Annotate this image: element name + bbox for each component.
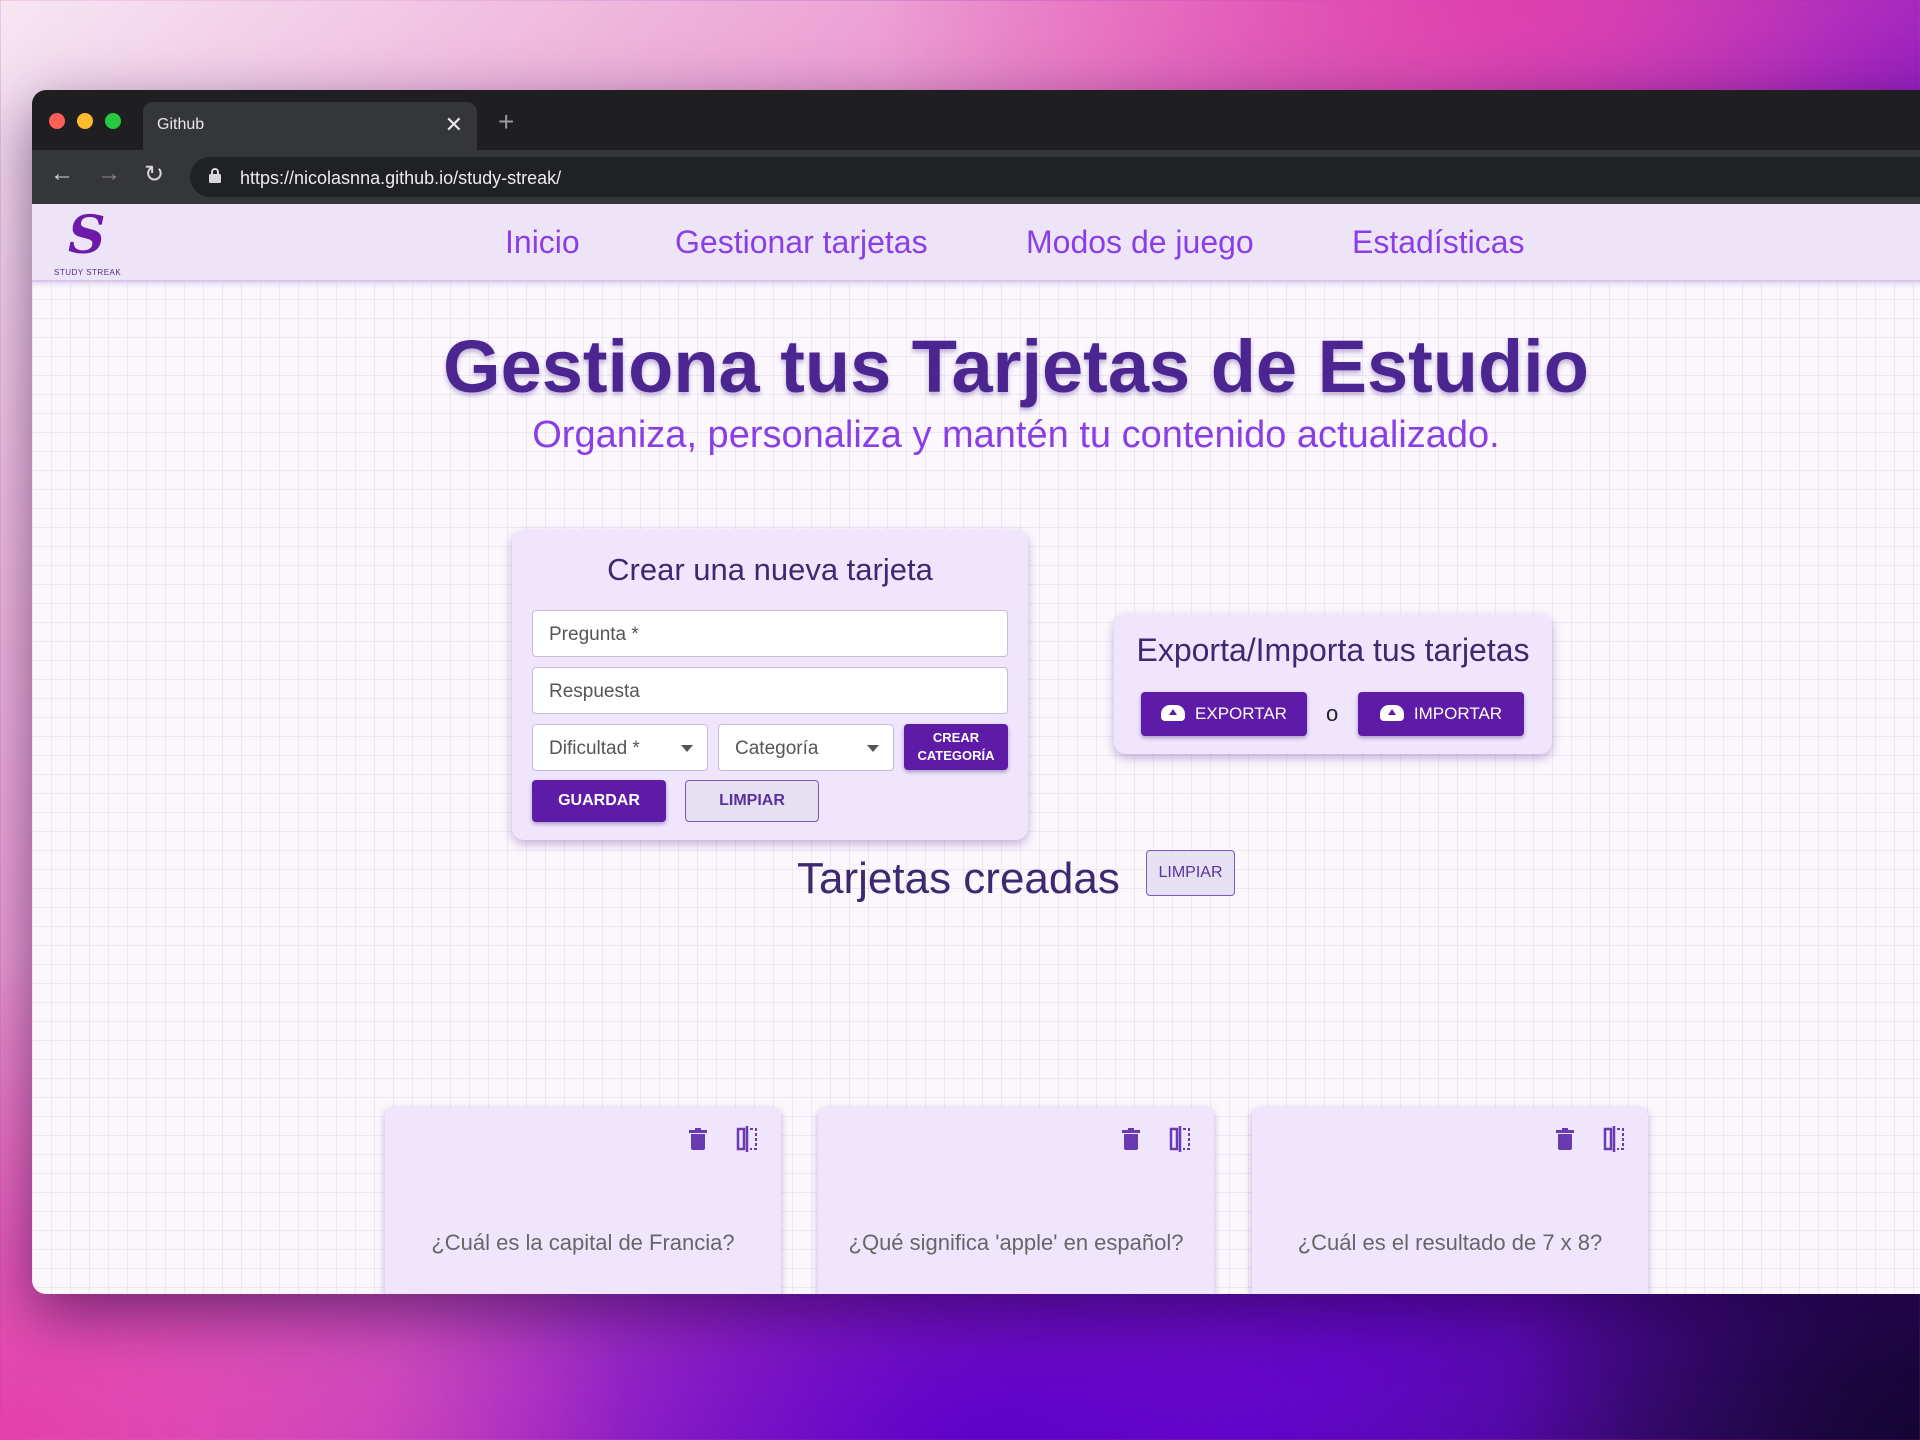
address-bar: ← → ↻ https://nicolasnna.github.io/study… [32, 150, 1920, 204]
save-button[interactable]: GUARDAR [532, 780, 666, 822]
answer-input[interactable]: Respuesta [532, 667, 1008, 714]
difficulty-select[interactable]: Dificultad * [532, 724, 708, 771]
logo-text: STUDY STREAK [54, 268, 122, 277]
import-export-title: Exporta/Importa tus tarjetas [1136, 632, 1530, 668]
import-button[interactable]: IMPORTAR [1358, 692, 1524, 736]
flashcard-question: ¿Qué significa 'apple' en español? [848, 1230, 1184, 1255]
caret-down-icon [867, 745, 879, 752]
minimize-window-button[interactable] [77, 113, 93, 129]
separator-text: o [1326, 701, 1339, 726]
nav-link-modos-de-juego[interactable]: Modos de juego [1026, 224, 1254, 261]
back-arrow-icon[interactable]: ← [50, 160, 74, 188]
close-window-button[interactable] [49, 113, 65, 129]
flashcard[interactable]: ¿Cuál es la capital de Francia? [385, 1108, 781, 1294]
create-card-title: Crear una nueva tarjeta [607, 552, 933, 587]
browser-tab[interactable]: Github ✕ [143, 102, 477, 150]
caret-down-icon [681, 745, 693, 752]
nav-link-gestionar-tarjetas[interactable]: Gestionar tarjetas [675, 224, 928, 261]
category-select[interactable]: Categoría [718, 724, 894, 771]
page-title: Gestiona tus Tarjetas de Estudio [443, 325, 1589, 408]
trash-icon[interactable] [1556, 1128, 1574, 1150]
cloud-upload-icon [1379, 705, 1404, 721]
create-card-form: Crear una nueva tarjeta Pregunta * Respu… [512, 530, 1028, 840]
tab-title: Github [157, 116, 205, 133]
maximize-window-button[interactable] [105, 113, 121, 129]
difficulty-label: Dificultad * [549, 738, 640, 759]
export-label: EXPORTAR [1195, 704, 1287, 723]
flashcard[interactable]: ¿Cuál es el resultado de 7 x 8? [1252, 1108, 1648, 1294]
flashcard[interactable]: ¿Qué significa 'apple' en español? [818, 1108, 1214, 1294]
logo-s-icon: S [68, 205, 106, 266]
page-subtitle: Organiza, personaliza y mantén tu conten… [532, 414, 1500, 456]
lock-icon [208, 167, 222, 187]
cards-section-title: Tarjetas creadas [797, 854, 1120, 903]
clear-cards-button[interactable]: LIMPIAR [1146, 850, 1235, 896]
question-input[interactable]: Pregunta * [532, 610, 1008, 657]
page-content: S STUDY STREAK Inicio Gestionar tarjetas… [32, 204, 1920, 1294]
create-category-button[interactable]: CREAR CATEGORÍA [904, 724, 1008, 770]
flip-icon[interactable] [735, 1126, 759, 1152]
browser-window: Github ✕ + ← → ↻ https://nicolasnna.gith… [32, 90, 1920, 1294]
tab-close-icon[interactable]: ✕ [445, 112, 463, 138]
import-export-card: Exporta/Importa tus tarjetas EXPORTAR o … [1114, 614, 1552, 754]
trash-icon[interactable] [1122, 1128, 1140, 1150]
import-label: IMPORTAR [1413, 704, 1503, 723]
trash-icon[interactable] [689, 1128, 707, 1150]
site-navbar: S STUDY STREAK Inicio Gestionar tarjetas… [32, 204, 1920, 282]
clear-form-button[interactable]: LIMPIAR [685, 780, 819, 822]
forward-arrow-icon[interactable]: → [97, 160, 121, 188]
flashcard-question: ¿Cuál es el resultado de 7 x 8? [1297, 1230, 1603, 1255]
cloud-upload-icon [1161, 705, 1186, 721]
flip-icon[interactable] [1168, 1126, 1192, 1152]
url-text: https://nicolasnna.github.io/study-strea… [240, 168, 562, 188]
flashcard-question: ¿Cuál es la capital de Francia? [431, 1230, 735, 1255]
nav-link-estadisticas[interactable]: Estadísticas [1352, 224, 1525, 261]
browser-titlebar: Github ✕ + [32, 90, 1920, 150]
nav-link-inicio[interactable]: Inicio [505, 224, 580, 261]
category-label: Categoría [735, 738, 819, 759]
export-button[interactable]: EXPORTAR [1141, 692, 1307, 736]
url-field[interactable]: https://nicolasnna.github.io/study-strea… [190, 157, 1920, 197]
new-tab-icon[interactable]: + [498, 108, 514, 136]
flip-icon[interactable] [1602, 1126, 1626, 1152]
reload-icon[interactable]: ↻ [144, 160, 164, 189]
study-streak-logo[interactable]: S STUDY STREAK [54, 205, 122, 278]
